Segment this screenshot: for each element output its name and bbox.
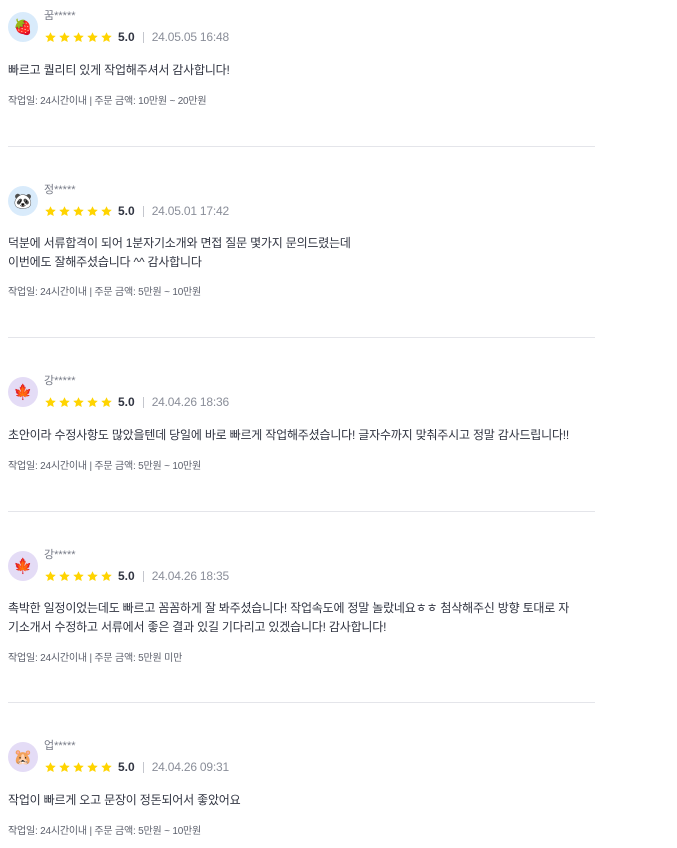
rating-score: 5.0: [118, 760, 135, 774]
rating-score: 5.0: [118, 569, 135, 583]
star-icon: [100, 396, 113, 409]
review-text: 초안이라 수정사항도 많았을텐데 당일에 바로 빠르게 작업해주셨습니다! 글자…: [8, 428, 570, 442]
meta-divider: [142, 205, 144, 217]
reviewer-name: 강*****: [44, 375, 76, 387]
rating-score: 5.0: [118, 30, 135, 44]
review-divider: [8, 337, 595, 338]
star-icon: [44, 396, 57, 409]
meta-divider: [142, 761, 144, 773]
order-info: 작업일: 24시간이내 | 주문 금액: 5만원 ~ 10만원: [8, 287, 202, 298]
panda-icon: 🐼: [8, 186, 38, 216]
rating-score: 5.0: [118, 204, 135, 218]
meta-divider: [142, 31, 144, 43]
star-icon: [86, 396, 99, 409]
review-date: 24.04.26 09:31: [151, 760, 229, 774]
review-text: 작업이 빠르게 오고 문장이 정돈되어서 좋았어요: [8, 793, 241, 807]
maple-leaf-icon: 🍁: [8, 551, 38, 581]
review-text: 빠르고 퀄리티 있게 작업해주셔서 감사합니다!: [8, 63, 230, 77]
strawberry-icon: 🍓: [8, 12, 38, 42]
reviewer-name: 꿈*****: [44, 10, 76, 22]
star-icon: [58, 570, 71, 583]
meta-divider: [142, 396, 144, 408]
review-date: 24.04.26 18:36: [151, 395, 229, 409]
star-icon: [44, 761, 57, 774]
star-rating: [44, 31, 113, 44]
star-icon: [72, 570, 85, 583]
maple-leaf-icon: 🍁: [8, 377, 38, 407]
review-divider: [8, 511, 595, 512]
star-icon: [100, 205, 113, 218]
star-icon: [100, 31, 113, 44]
star-rating: [44, 761, 113, 774]
star-icon: [72, 396, 85, 409]
review-divider: [8, 146, 595, 147]
order-info: 작업일: 24시간이내 | 주문 금액: 5만원 미만: [8, 653, 183, 664]
star-rating: [44, 396, 113, 409]
review-text: 덕분에 서류합격이 되어 1분자기소개와 면접 질문 몇가지 문의드렸는데 이번…: [8, 236, 351, 269]
order-info: 작업일: 24시간이내 | 주문 금액: 5만원 ~ 10만원: [8, 461, 202, 472]
star-icon: [58, 31, 71, 44]
star-icon: [44, 205, 57, 218]
star-icon: [58, 761, 71, 774]
reviewer-name: 강*****: [44, 549, 76, 561]
star-icon: [72, 761, 85, 774]
star-rating: [44, 570, 113, 583]
star-icon: [86, 205, 99, 218]
review-date: 24.05.01 17:42: [151, 204, 229, 218]
order-info: 작업일: 24시간이내 | 주문 금액: 10만원 ~ 20만원: [8, 96, 207, 107]
order-info: 작업일: 24시간이내 | 주문 금액: 5만원 ~ 10만원: [8, 826, 202, 837]
meta-divider: [142, 570, 144, 582]
star-icon: [86, 31, 99, 44]
star-icon: [72, 205, 85, 218]
star-icon: [86, 761, 99, 774]
star-icon: [44, 570, 57, 583]
reviewer-name: 업*****: [44, 740, 76, 752]
review-text: 촉박한 일정이었는데도 빠르고 꼼꼼하게 잘 봐주셨습니다! 작업속도에 정말 …: [8, 601, 570, 634]
star-icon: [86, 570, 99, 583]
hamster-icon: 🐹: [8, 742, 38, 772]
star-icon: [58, 205, 71, 218]
star-icon: [100, 761, 113, 774]
star-rating: [44, 205, 113, 218]
reviewer-name: 정*****: [44, 184, 76, 196]
star-icon: [44, 31, 57, 44]
star-icon: [58, 396, 71, 409]
review-divider: [8, 702, 595, 703]
review-date: 24.05.05 16:48: [151, 30, 229, 44]
review-date: 24.04.26 18:35: [151, 569, 229, 583]
star-icon: [100, 570, 113, 583]
star-icon: [72, 31, 85, 44]
rating-score: 5.0: [118, 395, 135, 409]
